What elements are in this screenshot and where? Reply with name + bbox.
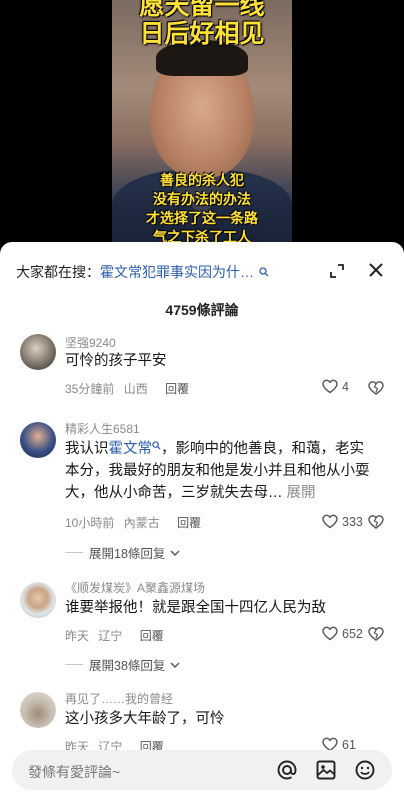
avatar[interactable] bbox=[20, 334, 56, 370]
video-player[interactable]: 愿天留一线 日后好相见 善良的杀人犯 没有办法的办法 才选择了这一条路 气之下杀… bbox=[0, 0, 404, 255]
comment-location: 山西 bbox=[123, 382, 148, 396]
chevron-down-icon bbox=[170, 550, 180, 556]
avatar[interactable] bbox=[20, 692, 56, 728]
close-icon[interactable] bbox=[367, 261, 385, 279]
like-button[interactable]: 333 bbox=[322, 514, 363, 529]
video-subtitle-2: 没有办法的办法 bbox=[153, 191, 251, 207]
comment-meta: 35分鐘前 山西 回覆 bbox=[65, 380, 189, 397]
expand-replies-label: 展開18條回复 bbox=[89, 547, 166, 561]
comment-text: 可怜的孩子平安 bbox=[65, 353, 167, 369]
comment-author[interactable]: 精彩人生6581 bbox=[65, 420, 140, 437]
comment-input[interactable]: 發條有愛評論~ bbox=[12, 750, 392, 790]
heart-icon bbox=[322, 514, 338, 529]
search-icon bbox=[259, 267, 269, 277]
like-button[interactable]: 4 bbox=[322, 379, 349, 394]
heart-icon bbox=[322, 379, 338, 394]
comment-author[interactable]: 《顺发煤炭》A聚鑫源煤场 bbox=[65, 579, 205, 596]
like-button[interactable]: 652 bbox=[322, 626, 363, 641]
comment-time: 10小時前 bbox=[65, 516, 115, 530]
video-title-line1: 愿天留一线 bbox=[139, 0, 265, 20]
dislike-icon[interactable] bbox=[368, 380, 384, 396]
comment-location: 辽宁 bbox=[98, 629, 123, 643]
search-icon bbox=[152, 441, 161, 450]
trending-search-label: 大家都在搜： bbox=[16, 264, 100, 280]
dislike-icon[interactable] bbox=[368, 626, 384, 642]
comment-author[interactable]: 再见了……我的曾经 bbox=[65, 690, 173, 707]
expand-replies-label: 展開38條回复 bbox=[89, 659, 166, 673]
chevron-down-icon bbox=[170, 662, 180, 668]
comment-meta: 昨天 辽宁 回覆 bbox=[65, 627, 164, 644]
comment-author[interactable]: 坚强9240 bbox=[65, 334, 116, 351]
mention-link[interactable]: 霍文常 bbox=[109, 441, 153, 457]
comment-count: 4759條評論 bbox=[165, 302, 239, 318]
comment-text: 这小孩多大年龄了，可怜 bbox=[65, 711, 225, 727]
comment-time: 昨天 bbox=[65, 629, 90, 643]
divider-line bbox=[65, 664, 83, 665]
reply-button[interactable]: 回覆 bbox=[165, 382, 189, 396]
trending-search-query[interactable]: 霍文常犯罪事实因为什… bbox=[100, 262, 254, 282]
at-mention-icon[interactable] bbox=[276, 759, 298, 781]
like-count: 652 bbox=[342, 626, 363, 641]
video-subtitle-3: 才选择了这一条路 bbox=[146, 210, 258, 226]
video-frame: 愿天留一线 日后好相见 善良的杀人犯 没有办法的办法 才选择了这一条路 气之下杀… bbox=[112, 0, 292, 255]
comment-meta: 10小時前 內蒙古 回覆 bbox=[65, 514, 201, 531]
like-count: 4 bbox=[342, 379, 349, 394]
expand-icon[interactable] bbox=[328, 262, 346, 280]
comment-text: 谁要举报他！就是跟全国十四亿人民为敌 bbox=[65, 600, 326, 616]
like-count: 333 bbox=[342, 514, 363, 529]
image-icon[interactable] bbox=[315, 759, 337, 781]
comment-location: 內蒙古 bbox=[123, 516, 160, 530]
screen: 愿天留一线 日后好相见 善良的杀人犯 没有办法的办法 才选择了这一条路 气之下杀… bbox=[0, 0, 404, 800]
heart-icon bbox=[322, 626, 338, 641]
video-subtitle-1: 善良的杀人犯 bbox=[160, 172, 244, 188]
comment-text: 我认识霍文常 ，影响中的他善良，和蔼，老实本分，我最好的朋友和他是发小并且和他从小… bbox=[65, 438, 375, 504]
reply-button[interactable]: 回覆 bbox=[140, 629, 164, 643]
emoji-icon[interactable] bbox=[354, 759, 376, 781]
video-title-line2: 日后好相见 bbox=[139, 20, 265, 48]
avatar[interactable] bbox=[20, 422, 56, 458]
reply-button[interactable]: 回覆 bbox=[177, 516, 201, 530]
comment-text-part: 我认识 bbox=[65, 441, 109, 457]
dislike-icon[interactable] bbox=[368, 514, 384, 530]
divider-line bbox=[65, 552, 83, 553]
expand-text-button[interactable]: 展開 bbox=[287, 485, 316, 501]
comment-input-placeholder: 發條有愛評論~ bbox=[28, 764, 121, 780]
comment-time: 35分鐘前 bbox=[65, 382, 115, 396]
expand-replies-button[interactable]: 展開38條回复 bbox=[65, 655, 181, 674]
avatar[interactable] bbox=[20, 582, 56, 618]
expand-replies-button[interactable]: 展開18條回复 bbox=[65, 543, 181, 562]
